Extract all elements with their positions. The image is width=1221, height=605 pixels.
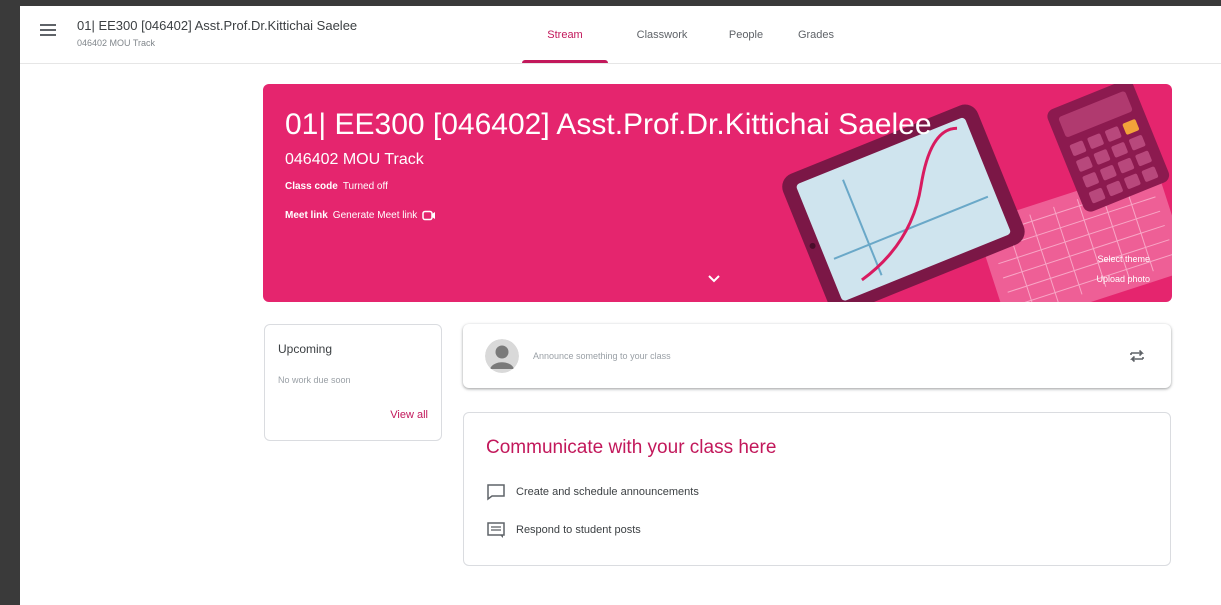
announce-input[interactable] — [533, 347, 1093, 365]
repost-icon[interactable] — [1127, 346, 1147, 366]
video-camera-icon[interactable] — [422, 210, 436, 221]
banner-class-subtitle: 046402 MOU Track — [285, 151, 424, 168]
communicate-card: Communicate with your class here Create … — [463, 412, 1171, 566]
banner-class-title: 01| EE300 [046402] Asst.Prof.Dr.Kitticha… — [285, 108, 932, 141]
student-posts-icon — [487, 522, 505, 538]
class-code-value: Turned off — [342, 181, 388, 192]
class-title[interactable]: 01| EE300 [046402] Asst.Prof.Dr.Kitticha… — [77, 18, 357, 33]
upcoming-title: Upcoming — [278, 342, 333, 356]
tab-people[interactable]: People — [716, 6, 776, 63]
respond-posts-label: Respond to student posts — [516, 524, 641, 536]
meet-link-label: Meet link — [285, 210, 328, 221]
upcoming-card: Upcoming No work due soon View all — [264, 324, 442, 441]
announcement-icon — [487, 484, 505, 501]
respond-posts-item: Respond to student posts — [486, 521, 641, 539]
upcoming-empty-text: No work due soon — [278, 375, 351, 385]
class-code-row: Class code Turned off — [285, 181, 388, 192]
create-announcements-label: Create and schedule announcements — [516, 486, 699, 498]
tab-stream[interactable]: Stream — [522, 6, 608, 63]
upload-photo-link[interactable]: Upload photo — [1096, 274, 1150, 284]
meet-link-row: Meet link Generate Meet link — [285, 210, 436, 221]
avatar — [485, 339, 519, 373]
class-subtitle: 046402 MOU Track — [77, 38, 156, 48]
create-announcements-item: Create and schedule announcements — [486, 483, 699, 501]
main-menu-icon[interactable] — [40, 24, 56, 38]
generate-meet-link[interactable]: Generate Meet link — [333, 210, 418, 221]
communicate-title: Communicate with your class here — [486, 437, 777, 458]
tab-grades[interactable]: Grades — [776, 6, 856, 63]
view-all-link[interactable]: View all — [390, 409, 428, 421]
select-theme-link[interactable]: Select theme — [1097, 254, 1150, 264]
top-bar: 01| EE300 [046402] Asst.Prof.Dr.Kitticha… — [20, 6, 1221, 64]
class-tabs: Stream Classwork People Grades — [522, 6, 856, 63]
class-code-label: Class code — [285, 181, 338, 192]
chevron-down-icon[interactable] — [707, 274, 721, 284]
class-banner: 01| EE300 [046402] Asst.Prof.Dr.Kitticha… — [263, 84, 1172, 302]
app-window: 01| EE300 [046402] Asst.Prof.Dr.Kitticha… — [20, 6, 1221, 605]
tab-classwork[interactable]: Classwork — [608, 6, 716, 63]
announce-box[interactable] — [463, 324, 1171, 388]
